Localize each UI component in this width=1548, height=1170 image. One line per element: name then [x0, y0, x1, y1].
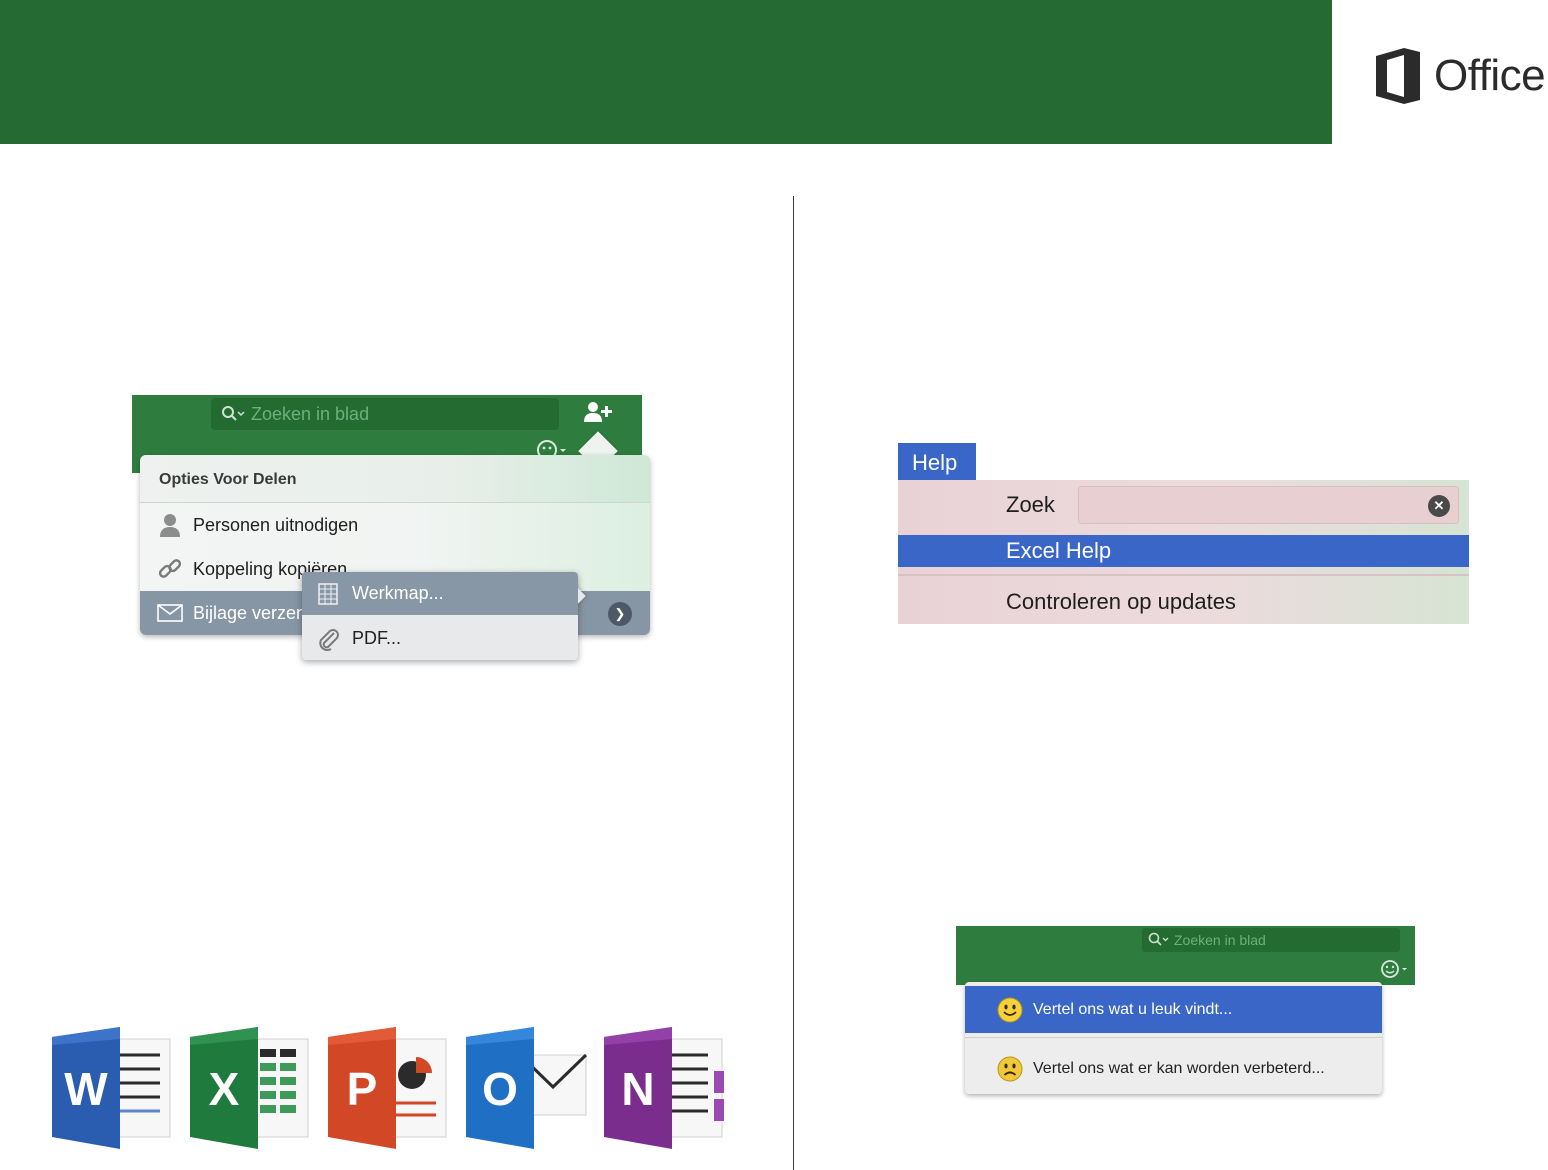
attachment-submenu: Werkmap... PDF...: [302, 572, 586, 660]
share-menu-header: Opties Voor Delen: [140, 455, 650, 503]
feedback-smiley-icon[interactable]: [1380, 959, 1410, 984]
submenu-item-workbook[interactable]: Werkmap...: [302, 572, 578, 615]
menu-item-excel-help[interactable]: Excel Help: [898, 535, 1469, 567]
submenu-item-label: Werkmap...: [352, 583, 444, 603]
search-input[interactable]: Zoeken in blad: [211, 398, 559, 430]
help-search-label: Zoek: [1006, 492, 1055, 517]
search-placeholder: Zoeken in blad: [1174, 932, 1266, 948]
menu-separator: [898, 574, 1469, 576]
menu-item-label: Vertel ons wat er kan worden verbeterd..…: [1033, 1059, 1325, 1077]
smiley-sad-icon: [997, 1056, 1023, 1082]
office-logo-text: Office: [1434, 51, 1546, 100]
office-logo: Office: [1374, 46, 1546, 106]
share-panel-screenshot: Zoeken in blad Opties Voor Delen Persone…: [132, 395, 652, 665]
word-icon: W: [50, 1025, 174, 1151]
help-menu-screenshot: Help Zoek ✕ Excel Help Controleren op up…: [898, 443, 1469, 624]
onenote-icon: N: [602, 1025, 726, 1151]
feedback-screenshot: Zoeken in blad Vertel ons wat u leuk vin…: [956, 926, 1416, 1096]
spreadsheet-icon: [316, 582, 340, 605]
menu-item-send-smile[interactable]: Vertel ons wat u leuk vindt...: [965, 986, 1382, 1033]
feedback-menu: Vertel ons wat u leuk vindt... Vertel on…: [965, 982, 1382, 1094]
svg-text:X: X: [209, 1063, 240, 1115]
search-icon: [222, 406, 245, 421]
help-search-input[interactable]: ✕: [1078, 486, 1459, 524]
menu-item-invite[interactable]: Personen uitnodigen: [140, 503, 650, 547]
menu-item-label: Vertel ons wat u leuk vindt...: [1033, 1000, 1233, 1018]
search-icon: [1148, 932, 1169, 946]
menu-item-label: Personen uitnodigen: [193, 514, 359, 535]
share-menu-title: Opties Voor Delen: [159, 471, 297, 488]
menu-item-send-frown[interactable]: Vertel ons wat er kan worden verbeterd..…: [965, 1045, 1382, 1092]
person-icon: [157, 513, 183, 537]
header-banner: [0, 0, 1332, 144]
office-app-icons: W X P O N: [50, 1025, 730, 1153]
help-dropdown: Zoek ✕ Excel Help Controleren op updates: [898, 480, 1469, 624]
powerpoint-icon: P: [326, 1025, 450, 1151]
envelope-icon: [157, 604, 183, 622]
search-placeholder: Zoeken in blad: [251, 403, 370, 424]
column-divider: [793, 196, 794, 1170]
excel-icon: X: [188, 1025, 312, 1151]
svg-text:W: W: [64, 1063, 108, 1115]
menu-item-check-updates[interactable]: Controleren op updates: [1006, 589, 1236, 615]
svg-text:N: N: [621, 1063, 654, 1115]
submenu-arrow-icon[interactable]: ❯: [608, 602, 632, 626]
menu-separator: [965, 1037, 1382, 1038]
submenu-item-pdf[interactable]: PDF...: [302, 617, 578, 660]
menu-item-label: Excel Help: [1006, 538, 1112, 563]
add-person-icon[interactable]: [584, 401, 614, 428]
link-icon: [157, 556, 183, 582]
help-search-row: Zoek ✕: [898, 480, 1469, 533]
feedback-toolbar: Zoeken in blad: [956, 926, 1415, 985]
clear-search-icon[interactable]: ✕: [1428, 495, 1450, 517]
submenu-item-label: PDF...: [352, 628, 402, 648]
paperclip-icon: [316, 627, 340, 651]
help-menu-tab[interactable]: Help: [898, 443, 976, 480]
search-input[interactable]: Zoeken in blad: [1142, 928, 1400, 952]
svg-text:O: O: [482, 1063, 518, 1115]
outlook-icon: O: [464, 1025, 588, 1151]
office-logo-icon: [1376, 48, 1420, 104]
svg-text:P: P: [347, 1063, 378, 1115]
smiley-happy-icon: [997, 997, 1023, 1023]
